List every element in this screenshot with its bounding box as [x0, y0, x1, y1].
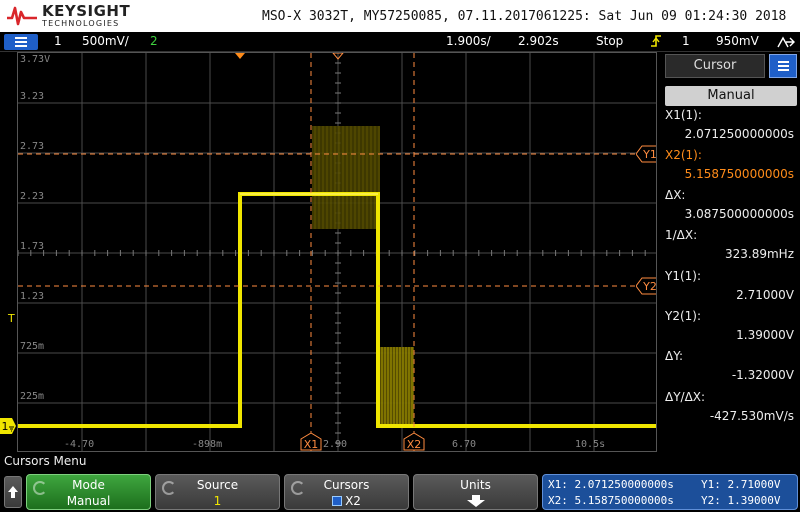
dy-label: ΔY: — [665, 349, 683, 363]
y1-label: Y1(1): — [665, 269, 702, 283]
timebase-delay[interactable]: 2.902s — [518, 34, 559, 48]
readout-y1: Y1: 2.71000V — [701, 478, 781, 491]
menu-icon — [778, 61, 789, 63]
y1-value: 2.71000V — [736, 288, 794, 302]
cursor-panel-header: Cursor — [659, 52, 800, 80]
mode-softkey[interactable]: Mode Manual — [26, 474, 151, 510]
mode-softkey-value: Manual — [66, 494, 111, 508]
cursors-softkey-value: X2 — [345, 494, 361, 508]
title-bar: KEYSIGHT TECHNOLOGIES MSO-X 3032T, MY572… — [0, 0, 800, 32]
waveform-graticule — [18, 53, 656, 451]
y-label-5: 1.23 — [20, 291, 45, 302]
cursor-y1-tag-text: Y1 — [642, 148, 657, 161]
units-softkey-label: Units — [460, 478, 491, 492]
trigger-position-marker — [235, 53, 245, 59]
x1-value: 2.071250000000s — [684, 127, 794, 141]
y-label-7: 225m — [20, 391, 45, 402]
ch1-scale[interactable]: 500mV/ — [82, 34, 129, 48]
x-label-0: -4.70 — [64, 439, 95, 450]
up-arrow-icon — [8, 486, 18, 498]
x1-label: X1(1): — [665, 108, 702, 122]
inv-dx-value: 323.89mHz — [725, 247, 794, 261]
x2-label: X2(1): — [665, 148, 702, 162]
timebase-scale[interactable]: 1.900s/ — [446, 34, 491, 48]
source-softkey-label: Source — [196, 478, 239, 492]
y-label-2: 2.73 — [20, 141, 45, 152]
noise-burst-1 — [312, 126, 380, 229]
cursor-x2-tag-text: X2 — [407, 438, 422, 451]
cursor-y1-tag[interactable]: Y1 — [636, 145, 657, 163]
x-label-3: 6.70 — [452, 439, 477, 450]
dydx-label: ΔY/ΔX: — [665, 390, 706, 404]
trigger-source[interactable]: 1 — [682, 34, 690, 48]
cursor-select-checkbox — [332, 496, 343, 506]
brand-name: KEYSIGHT — [42, 2, 131, 20]
cursor-panel-title[interactable]: Cursor — [665, 54, 765, 78]
cursor-x1-tag-text: X1 — [304, 438, 319, 451]
softkey-bar: Mode Manual Source 1 Cursors X2 Units X1… — [0, 472, 800, 512]
dx-label: ΔX: — [665, 188, 686, 202]
y-label-3: 2.23 — [20, 191, 45, 202]
readout-x1: X1: 2.071250000000s — [548, 478, 674, 491]
mode-softkey-label: Mode — [72, 478, 105, 492]
readout-y2: Y2: 1.39000V — [701, 494, 781, 507]
x-label-1: -898m — [192, 439, 223, 450]
instrument-title: MSO-X 3032T, MY57250085, 07.11.201706122… — [262, 9, 787, 24]
softkey-menu-title: Cursors Menu — [4, 454, 87, 468]
dx-value: 3.087500000000s — [684, 207, 794, 221]
cursor-readout-box: X1: 2.071250000000s X2: 5.158750000000s … — [542, 474, 798, 510]
side-menu-button[interactable] — [769, 54, 797, 78]
source-softkey-value: 1 — [213, 494, 222, 508]
noise-burst-2 — [378, 347, 414, 427]
dy-value: -1.32000V — [731, 368, 794, 382]
ch1-number[interactable]: 1 — [54, 34, 62, 48]
units-softkey[interactable]: Units — [413, 474, 538, 510]
zoom-icon[interactable] — [776, 35, 796, 49]
cursors-softkey[interactable]: Cursors X2 — [284, 474, 409, 510]
back-button[interactable] — [4, 476, 22, 508]
menu-icon — [15, 37, 27, 39]
trigger-edge-icon — [651, 35, 661, 47]
y2-value: 1.39000V — [736, 328, 794, 342]
channel-1-ground-marker[interactable]: 1 — [0, 417, 17, 435]
trigger-level[interactable]: 950mV — [716, 34, 759, 48]
cursor-y2-tag[interactable]: Y2 — [636, 277, 657, 295]
channel-1-marker-text: 1 — [2, 420, 9, 433]
cursor-y2-tag-text: Y2 — [642, 280, 657, 293]
cursor-x1-tag[interactable]: X1 — [300, 433, 322, 451]
cursors-softkey-value-row: X2 — [285, 494, 408, 508]
readout-x2: X2: 5.158750000000s — [548, 494, 674, 507]
grid-lines — [18, 53, 656, 451]
cursors-softkey-label: Cursors — [323, 478, 370, 492]
waveform-display[interactable]: 3.73V 3.23 2.73 2.23 1.73 1.23 725m 225m… — [17, 52, 657, 452]
trigger-level-marker[interactable]: T — [8, 312, 15, 325]
status-bar: 1 500mV/ 2 1.900s/ 2.902s Stop 1 950mV — [0, 32, 800, 52]
y-label-0: 3.73V — [20, 54, 51, 65]
y-label-6: 725m — [20, 341, 45, 352]
down-arrow-icon — [467, 495, 485, 507]
inv-dx-label: 1/ΔX: — [665, 228, 698, 242]
keysight-wave-icon — [7, 6, 37, 26]
x-label-4: 10.5s — [575, 439, 606, 450]
y-label-4: 1.73 — [20, 241, 45, 252]
dydx-value: -427.530mV/s — [709, 409, 794, 423]
run-state: Stop — [596, 34, 624, 48]
source-softkey[interactable]: Source 1 — [155, 474, 280, 510]
main-menu-button[interactable] — [4, 34, 38, 50]
ch2-number[interactable]: 2 — [150, 34, 158, 48]
cursor-side-panel: Cursor Manual X1(1): 2.071250000000s X2(… — [659, 52, 800, 452]
x2-value: 5.158750000000s — [684, 167, 794, 181]
cursor-x2-tag[interactable]: X2 — [403, 433, 425, 451]
brand-subtitle: TECHNOLOGIES — [42, 19, 120, 28]
y-label-1: 3.23 — [20, 91, 45, 102]
y2-label: Y2(1): — [665, 309, 702, 323]
cursor-mode-value: Manual — [665, 86, 797, 106]
keysight-logo: KEYSIGHT TECHNOLOGIES — [6, 2, 136, 30]
x-label-2: 2.90 — [323, 439, 348, 450]
